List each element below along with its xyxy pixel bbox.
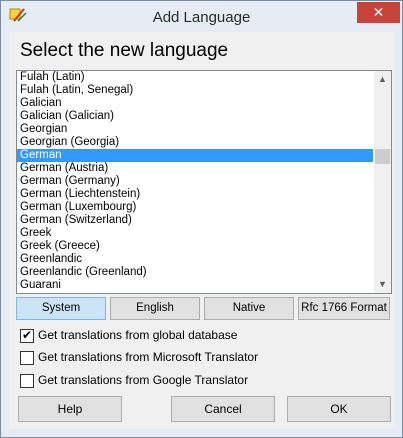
list-item[interactable]: Greek (Greece) xyxy=(17,240,373,253)
ok-button[interactable]: OK xyxy=(287,396,391,422)
list-item[interactable]: German (Luxembourg) xyxy=(17,201,373,214)
list-item[interactable]: Galician (Galician) xyxy=(17,110,373,123)
title-bar[interactable]: Add Language ✕ xyxy=(1,1,402,32)
scroll-up-icon[interactable]: ▲ xyxy=(374,71,391,88)
global-database-checkbox[interactable]: ✔ xyxy=(20,329,34,343)
list-item[interactable]: Greek xyxy=(17,227,373,240)
list-item[interactable]: Greenlandic (Greenland) xyxy=(17,266,373,279)
list-item[interactable]: German (Austria) xyxy=(17,162,373,175)
list-item[interactable]: German (Liechtenstein) xyxy=(17,188,373,201)
list-item[interactable]: German (Germany) xyxy=(17,175,373,188)
list-item[interactable]: German (Switzerland) xyxy=(17,214,373,227)
vertical-scrollbar[interactable]: ▲ ▼ xyxy=(374,71,391,293)
help-button[interactable]: Help xyxy=(18,396,122,422)
scroll-down-icon[interactable]: ▼ xyxy=(374,276,391,293)
global-database-label: Get translations from global database xyxy=(38,328,238,342)
language-listbox[interactable]: Fulah (Latin) Fulah (Latin, Senegal) Galic… xyxy=(16,70,392,294)
tab-english[interactable]: English xyxy=(110,297,200,320)
list-item[interactable]: Georgian (Georgia) xyxy=(17,136,373,149)
scroll-thumb[interactable] xyxy=(375,149,390,164)
list-item[interactable]: Galician xyxy=(17,97,373,110)
list-item[interactable]: Georgian xyxy=(17,123,373,136)
page-title: Select the new language xyxy=(20,40,229,61)
list-item[interactable]: Greenlandic xyxy=(17,253,373,266)
list-item[interactable]: Guarani xyxy=(17,279,373,292)
window-title: Add Language xyxy=(152,9,251,26)
google-translator-checkbox[interactable] xyxy=(20,374,34,388)
language-list[interactable]: Fulah (Latin) Fulah (Latin, Senegal) Galic… xyxy=(17,71,373,292)
name-format-tabs: System English Native Rfc 1766 Format xyxy=(16,297,390,320)
google-translator-label: Get translations from Google Translator xyxy=(38,373,249,387)
list-item[interactable]: Fulah (Latin) xyxy=(17,71,373,84)
microsoft-translator-label: Get translations from Microsoft Translat… xyxy=(38,350,259,364)
tab-system[interactable]: System xyxy=(16,297,106,320)
list-item[interactable]: German xyxy=(17,149,373,162)
cancel-button[interactable]: Cancel xyxy=(171,396,275,422)
tab-native[interactable]: Native xyxy=(204,297,294,320)
microsoft-translator-checkbox[interactable] xyxy=(20,351,34,365)
dialog-body: Select the new language Fulah (Latin) Ful… xyxy=(9,32,394,429)
list-item[interactable]: Fulah (Latin, Senegal) xyxy=(17,84,373,97)
add-language-dialog: Add Language ✕ Select the new language F… xyxy=(0,0,403,438)
close-button[interactable]: ✕ xyxy=(357,2,400,23)
tab-rfc-1766-format[interactable]: Rfc 1766 Format xyxy=(298,297,390,320)
